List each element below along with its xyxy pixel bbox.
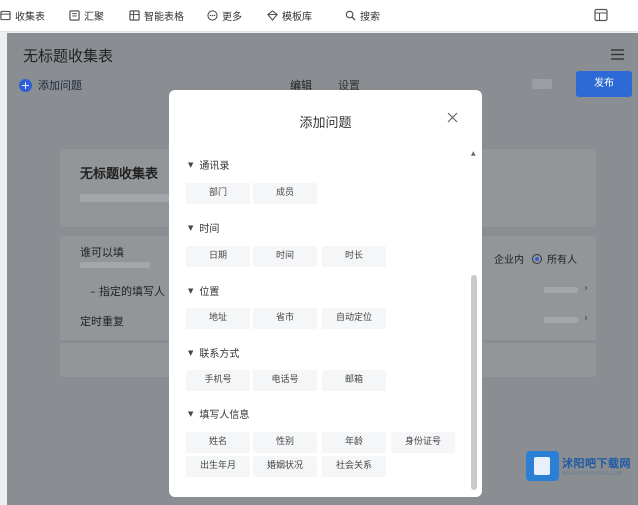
add-question-dialog: 添加问题 ▲ ▼ 通讯录 部门 成员 ▼ 时间 日期 时间 时长 ▼ 位置 地址… xyxy=(169,90,482,497)
caret-down-icon: ▼ xyxy=(188,286,194,295)
scheduled-repeat-label: 定时重复 xyxy=(80,315,124,328)
chip-id-number[interactable]: 身份证号 xyxy=(391,432,455,453)
scope-everyone-option[interactable]: 所有人 xyxy=(532,251,577,266)
toolbar-label: 搜索 xyxy=(360,12,380,23)
chip-social-relation[interactable]: 社会关系 xyxy=(322,456,386,477)
summary-icon xyxy=(69,10,80,21)
who-can-fill-label: 谁可以填 xyxy=(80,246,124,259)
toolbar-label: 汇聚 xyxy=(84,12,104,23)
scroll-up-icon[interactable]: ▲ xyxy=(471,150,476,157)
scope-enterprise-option[interactable]: 企业内 xyxy=(494,251,524,266)
chevron-right-icon[interactable]: › xyxy=(584,283,588,294)
caret-down-icon: ▼ xyxy=(188,409,194,418)
chip-department[interactable]: 部门 xyxy=(186,183,250,204)
toolbar-collect-form[interactable]: 收集表 xyxy=(0,0,45,32)
toolbar-template-library[interactable]: 模板库 xyxy=(267,0,312,32)
chip-date[interactable]: 日期 xyxy=(186,246,250,267)
radio-selected-icon xyxy=(532,253,542,264)
close-icon[interactable] xyxy=(447,112,458,123)
description-placeholder xyxy=(80,194,172,202)
caret-down-icon: ▼ xyxy=(188,223,194,232)
chip-time[interactable]: 时间 xyxy=(253,246,317,267)
section-title: 联系方式 xyxy=(199,349,240,360)
watermark-logo-icon xyxy=(526,451,559,481)
chip-age[interactable]: 年龄 xyxy=(322,432,386,453)
preview-button[interactable] xyxy=(532,79,552,89)
watermark-text: 沭阳吧下载网 xyxy=(562,457,631,470)
toolbar-smart-sheet[interactable]: 智能表格 xyxy=(129,0,184,32)
form-title: 无标题收集表 xyxy=(23,47,114,65)
toolbar-label: 更多 xyxy=(222,12,242,23)
scope-everyone-label: 所有人 xyxy=(547,255,577,266)
chevron-right-icon[interactable]: › xyxy=(584,313,588,324)
section-title: 填写人信息 xyxy=(199,410,250,421)
add-question-label: 添加问题 xyxy=(38,79,82,92)
toolbar-summary[interactable]: 汇聚 xyxy=(69,0,104,32)
scope-enterprise-label: 企业内 xyxy=(494,255,524,266)
toolbar-search[interactable]: 搜索 xyxy=(345,0,380,32)
section-title: 位置 xyxy=(199,287,220,298)
card-title: 无标题收集表 xyxy=(80,167,159,182)
dialog-scrollbar[interactable]: ▲ xyxy=(470,150,478,495)
chip-birth-date[interactable]: 出生年月 xyxy=(186,456,250,477)
hint-placeholder xyxy=(80,262,150,268)
chip-name[interactable]: 姓名 xyxy=(186,432,250,453)
search-icon xyxy=(345,10,356,21)
scroll-thumb[interactable] xyxy=(471,275,477,490)
more-icon xyxy=(207,10,218,21)
fillers-value-placeholder xyxy=(544,287,578,293)
section-location[interactable]: ▼ 位置 xyxy=(188,283,220,299)
chip-marital-status[interactable]: 婚姻状况 xyxy=(253,456,317,477)
chip-phone[interactable]: 电话号 xyxy=(253,370,317,391)
toolbar-label: 模板库 xyxy=(282,12,312,23)
grid-icon xyxy=(129,10,140,21)
caret-down-icon: ▼ xyxy=(188,348,194,357)
toolbar-more[interactable]: 更多 xyxy=(207,0,242,32)
publish-button[interactable]: 发布 xyxy=(576,71,632,97)
add-question-button[interactable]: + 添加问题 xyxy=(19,77,82,93)
caret-down-icon: ▼ xyxy=(188,160,194,169)
chip-mobile[interactable]: 手机号 xyxy=(186,370,250,391)
section-contact-methods[interactable]: ▼ 联系方式 xyxy=(188,345,240,361)
chip-auto-locate[interactable]: 自动定位 xyxy=(322,308,386,329)
section-title: 通讯录 xyxy=(199,161,230,172)
chip-member[interactable]: 成员 xyxy=(253,183,317,204)
dialog-title: 添加问题 xyxy=(299,116,352,131)
chip-gender[interactable]: 性别 xyxy=(253,432,317,453)
plus-icon: + xyxy=(19,78,32,92)
chip-address[interactable]: 地址 xyxy=(186,308,250,329)
section-filler-info[interactable]: ▼ 填写人信息 xyxy=(188,406,250,422)
chip-province-city[interactable]: 省市 xyxy=(253,308,317,329)
toolbar-label: 智能表格 xyxy=(144,12,184,23)
chip-duration[interactable]: 时长 xyxy=(322,246,386,267)
layout-icon[interactable] xyxy=(594,8,608,22)
form-icon xyxy=(0,10,11,21)
menu-icon[interactable] xyxy=(611,49,624,60)
repeat-value-placeholder xyxy=(544,317,578,323)
watermark: 沭阳吧下载网 WWW.SHUYANGBA.COM xyxy=(526,451,631,481)
watermark-url: WWW.SHUYANGBA.COM xyxy=(562,471,623,477)
section-title: 时间 xyxy=(199,224,220,235)
specify-fillers-label[interactable]: – 指定的填写人 xyxy=(90,283,165,299)
section-contacts[interactable]: ▼ 通讯录 xyxy=(188,157,230,173)
toolbar-label: 收集表 xyxy=(15,12,45,23)
section-time[interactable]: ▼ 时间 xyxy=(188,220,220,236)
template-icon xyxy=(267,10,278,21)
top-toolbar: 收集表 汇聚 智能表格 更多 模板库 搜索 xyxy=(0,0,638,32)
chip-email[interactable]: 邮箱 xyxy=(322,370,386,391)
